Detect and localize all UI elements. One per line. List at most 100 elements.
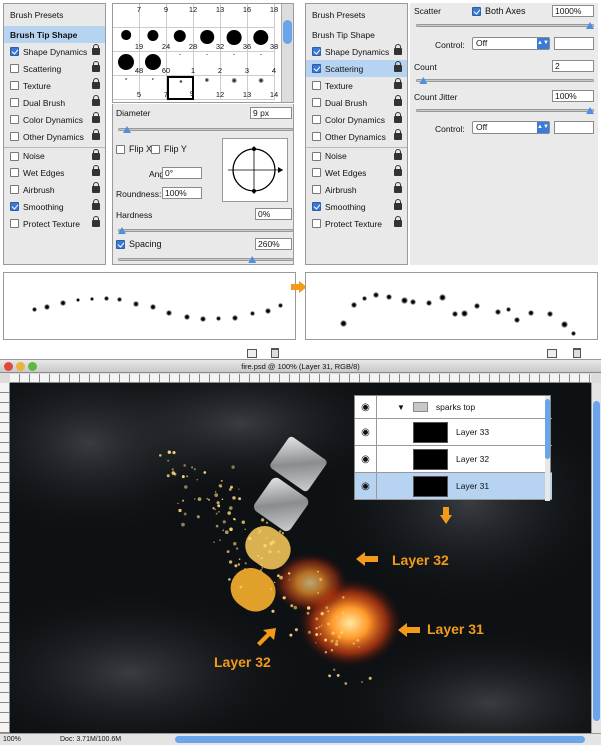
brush-preset-cell[interactable]: 9 [140, 4, 168, 28]
brush-preset-cell[interactable]: 14 [248, 76, 278, 100]
layers-scrollbar[interactable] [545, 396, 550, 501]
control2-amount-field[interactable] [554, 121, 594, 134]
lock-icon[interactable] [394, 129, 402, 140]
option-checkbox[interactable] [10, 168, 19, 177]
count-jitter-slider[interactable] [416, 109, 594, 112]
grid-scrollbar[interactable] [281, 4, 293, 102]
flip-x-checkbox[interactable] [116, 144, 125, 154]
diameter-field[interactable]: 9 px [250, 107, 292, 119]
lock-icon[interactable] [394, 95, 402, 106]
lock-icon[interactable] [92, 216, 100, 227]
eye-icon[interactable]: ◉ [355, 418, 377, 446]
option-checkbox[interactable] [10, 202, 19, 211]
option-checkbox[interactable] [10, 151, 19, 161]
diameter-slider[interactable] [118, 128, 293, 131]
left-panel-item[interactable]: Brush Tip Shape [4, 26, 105, 43]
left-panel-item[interactable]: Smoothing [4, 198, 105, 215]
lock-icon[interactable] [394, 78, 402, 89]
option-checkbox[interactable] [10, 115, 19, 124]
scatter-slider[interactable] [416, 24, 594, 27]
lock-icon[interactable] [92, 182, 100, 193]
brush-preset-cell[interactable]: 5 [113, 76, 141, 100]
flip-x-option[interactable]: Flip X [116, 144, 152, 154]
spacing-field[interactable]: 260% [255, 238, 292, 250]
right-panel-item[interactable]: Dual Brush [306, 94, 407, 111]
flip-y-checkbox[interactable] [151, 144, 160, 154]
lock-icon[interactable] [92, 61, 100, 72]
option-checkbox[interactable] [10, 64, 19, 73]
brush-preset-cell[interactable]: 7 [140, 76, 168, 100]
control-amount-field[interactable] [554, 37, 594, 50]
option-checkbox[interactable] [10, 81, 19, 90]
lock-icon[interactable] [394, 199, 402, 210]
option-checkbox[interactable] [312, 64, 321, 73]
new-preset-icon-right[interactable] [547, 349, 557, 358]
roundness-field[interactable]: 100% [162, 187, 202, 199]
vertical-scroll-thumb[interactable] [593, 401, 600, 721]
brush-preset-cell[interactable]: 4 [248, 52, 276, 76]
lock-icon[interactable] [92, 95, 100, 106]
brush-preset-cell[interactable]: 12 [167, 4, 197, 28]
zoom-level[interactable]: 100% [3, 736, 21, 743]
hardness-slider[interactable] [118, 229, 293, 232]
lock-icon[interactable] [394, 216, 402, 227]
count-jitter-field[interactable]: 100% [552, 90, 594, 102]
brush-preset-cell[interactable]: 7 [113, 4, 141, 28]
lock-icon[interactable] [92, 148, 100, 160]
control2-dropdown[interactable]: Off ▲▼ [472, 121, 550, 134]
brush-preset-cell[interactable]: 38 [248, 28, 278, 52]
brush-preset-cell[interactable]: 24 [140, 28, 170, 52]
brush-preset-cell[interactable]: 32 [194, 28, 224, 52]
brush-preset-cell[interactable]: 36 [221, 28, 251, 52]
horizontal-scrollbar[interactable] [175, 736, 585, 743]
option-checkbox[interactable] [312, 98, 321, 107]
brush-preset-cell[interactable]: 1 [167, 52, 195, 76]
left-panel-item[interactable]: Wet Edges [4, 164, 105, 181]
layer-row[interactable]: ◉ Layer 32 [355, 445, 552, 473]
left-panel-item[interactable]: Noise [4, 147, 105, 164]
control-dropdown[interactable]: Off ▲▼ [472, 37, 550, 50]
brush-preset-cell[interactable]: 48 [113, 52, 143, 76]
lock-icon[interactable] [92, 78, 100, 89]
brush-presets-header-right[interactable]: Brush Presets [312, 10, 365, 20]
option-checkbox[interactable] [312, 202, 321, 211]
count-slider[interactable] [416, 79, 594, 82]
left-panel-item[interactable]: Dual Brush [4, 94, 105, 111]
lock-icon[interactable] [394, 44, 402, 55]
brush-preset-cell[interactable]: 2 [194, 52, 222, 76]
lock-icon[interactable] [92, 129, 100, 140]
brush-preset-cell[interactable]: 16 [221, 4, 251, 28]
both-axes-option[interactable]: Both Axes [472, 6, 526, 16]
angle-field[interactable]: 0° [162, 167, 202, 179]
right-panel-item[interactable]: Wet Edges [306, 164, 407, 181]
option-checkbox[interactable] [10, 219, 19, 228]
trash-icon[interactable] [271, 348, 279, 358]
option-checkbox[interactable] [312, 47, 321, 56]
option-checkbox[interactable] [312, 168, 321, 177]
hardness-field[interactable]: 0% [255, 208, 292, 220]
grid-scroll-thumb[interactable] [283, 20, 292, 44]
option-checkbox[interactable] [10, 132, 19, 141]
left-panel-item[interactable]: Color Dynamics [4, 111, 105, 128]
option-checkbox[interactable] [312, 151, 321, 161]
right-panel-item[interactable]: Noise [306, 147, 407, 164]
lock-icon[interactable] [92, 199, 100, 210]
brush-presets-header[interactable]: Brush Presets [10, 10, 63, 20]
right-panel-item[interactable]: Shape Dynamics [306, 43, 407, 60]
lock-icon[interactable] [92, 165, 100, 176]
eye-icon[interactable]: ◉ [355, 396, 377, 418]
option-checkbox[interactable] [10, 185, 19, 194]
lock-icon[interactable] [394, 61, 402, 72]
layer-row[interactable]: ◉ Layer 33 [355, 418, 552, 446]
layers-scroll-thumb[interactable] [545, 399, 550, 459]
left-panel-item[interactable]: Protect Texture [4, 215, 105, 232]
option-checkbox[interactable] [312, 81, 321, 90]
brush-preset-cell[interactable]: 18 [248, 4, 278, 28]
spacing-option[interactable]: Spacing [116, 239, 162, 249]
lock-icon[interactable] [394, 148, 402, 160]
spacing-checkbox[interactable] [116, 239, 125, 249]
lock-icon[interactable] [92, 112, 100, 123]
disclosure-triangle-icon[interactable]: ▼ [397, 403, 405, 412]
doc-size-info[interactable]: Doc: 3.71M/100.6M [60, 736, 121, 743]
lock-icon[interactable] [394, 165, 402, 176]
